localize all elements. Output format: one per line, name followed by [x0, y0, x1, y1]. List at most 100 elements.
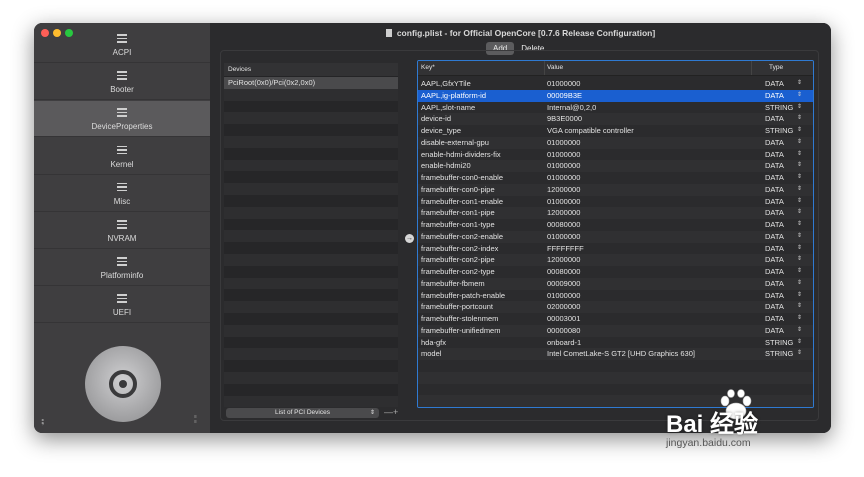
sidebar-item-acpi[interactable]: ACPI	[34, 27, 210, 63]
table-row[interactable]: enable-hdmi-dividers-fix 01000000 DATA ⇕	[418, 149, 813, 161]
device-row[interactable]	[224, 395, 398, 408]
type-stepper-icon[interactable]: ⇕	[797, 348, 802, 360]
sidebar-item-label: Misc	[113, 196, 131, 206]
device-row[interactable]	[224, 277, 398, 290]
table-row[interactable]: framebuffer-con2-type 00080000 DATA ⇕	[418, 266, 813, 278]
type-stepper-icon[interactable]: ⇕	[797, 172, 802, 184]
type-stepper-icon[interactable]: ⇕	[797, 243, 802, 255]
sidebar-item-nvram[interactable]: NVRAM	[34, 213, 210, 249]
pci-devices-select[interactable]: List of PCI Devices ⇕	[226, 408, 379, 418]
device-row[interactable]	[224, 253, 398, 266]
row-key: framebuffer-con2-type	[421, 267, 495, 276]
row-value: Intel CometLake-S GT2 [UHD Graphics 630]	[547, 349, 695, 359]
table-row[interactable]: framebuffer-portcount 02000000 DATA ⇕	[418, 301, 813, 313]
table-row[interactable]: AAPL,ig-platform-id 00009B3E DATA ⇕	[418, 89, 813, 102]
arrow-right-icon[interactable]: →	[405, 234, 414, 243]
table-row[interactable]: model Intel CometLake-S GT2 [UHD Graphics…	[418, 348, 813, 360]
device-row[interactable]	[224, 242, 398, 254]
device-row[interactable]	[224, 100, 398, 113]
type-stepper-icon[interactable]: ⇕	[797, 160, 802, 172]
row-type: DATA	[765, 137, 784, 147]
sidebar-item-misc[interactable]: Misc	[34, 176, 210, 212]
type-stepper-icon[interactable]: ⇕	[797, 113, 802, 125]
row-key: framebuffer-con1-type	[421, 220, 495, 229]
device-row[interactable]	[224, 206, 398, 219]
table-row[interactable]: framebuffer-con2-enable 01000000 DATA ⇕	[418, 230, 813, 243]
table-row[interactable]: framebuffer-fbmem 00009000 DATA ⇕	[418, 277, 813, 290]
device-row[interactable]: PciRoot(0x0)/Pci(0x2,0x0)	[224, 77, 398, 89]
pci-devices-select-label: List of PCI Devices	[275, 409, 330, 416]
device-row[interactable]	[224, 301, 398, 313]
type-stepper-icon[interactable]: ⇕	[797, 313, 802, 325]
device-row[interactable]	[224, 159, 398, 172]
type-stepper-icon[interactable]: ⇕	[797, 184, 802, 196]
device-row[interactable]	[224, 312, 398, 325]
device-row[interactable]	[224, 183, 398, 195]
row-key: framebuffer-con2-pipe	[421, 255, 495, 265]
device-row[interactable]	[224, 360, 398, 372]
type-stepper-icon[interactable]: ⇕	[797, 102, 802, 114]
table-row[interactable]: device-id 9B3E0000 DATA ⇕	[418, 113, 813, 125]
table-row[interactable]: framebuffer-con0-enable 01000000 DATA ⇕	[418, 172, 813, 184]
device-row[interactable]	[224, 336, 398, 349]
table-row[interactable]: device_type VGA compatible controller STRI…	[418, 125, 813, 137]
column-header-type[interactable]: Type	[769, 61, 783, 75]
device-row[interactable]	[224, 218, 398, 231]
table-row[interactable]: framebuffer-stolenmem 00003001 DATA ⇕	[418, 313, 813, 325]
sidebar-item-kernel[interactable]: Kernel	[34, 139, 210, 175]
type-stepper-icon[interactable]: ⇕	[797, 231, 802, 243]
share-icon[interactable]: ⨟	[41, 415, 44, 428]
type-stepper-icon[interactable]: ⇕	[797, 290, 802, 302]
type-stepper-icon[interactable]: ⇕	[797, 301, 802, 313]
type-stepper-icon[interactable]: ⇕	[797, 78, 802, 90]
table-row[interactable]: framebuffer-con1-pipe 12000000 DATA ⇕	[418, 207, 813, 219]
device-row[interactable]	[224, 371, 398, 384]
type-stepper-icon[interactable]: ⇕	[797, 254, 802, 266]
sidebar-item-label: NVRAM	[107, 234, 137, 243]
sidebar-item-platforminfo[interactable]: Platforminfo	[34, 250, 210, 287]
type-stepper-icon[interactable]: ⇕	[797, 278, 802, 290]
type-stepper-icon[interactable]: ⇕	[797, 90, 802, 102]
device-row[interactable]	[224, 171, 398, 184]
type-stepper-icon[interactable]: ⇕	[797, 337, 802, 349]
device-row[interactable]	[224, 135, 398, 148]
device-row[interactable]	[224, 194, 398, 207]
type-stepper-icon[interactable]: ⇕	[797, 137, 802, 149]
type-stepper-icon[interactable]: ⇕	[797, 196, 802, 208]
sidebar-item-booter[interactable]: Booter	[34, 64, 210, 101]
device-row[interactable]	[224, 124, 398, 136]
table-row[interactable]: hda-gfx onboard-1 STRING ⇕	[418, 337, 813, 349]
add-remove-device-buttons[interactable]: —+	[384, 407, 398, 417]
device-row[interactable]	[224, 289, 398, 302]
column-header-key[interactable]: Key*	[421, 61, 435, 75]
device-row[interactable]	[224, 88, 398, 101]
type-stepper-icon[interactable]: ⇕	[797, 125, 802, 137]
device-row[interactable]	[224, 265, 398, 278]
table-row[interactable]: AAPL,slot-name Internal@0,2,0 STRING ⇕	[418, 102, 813, 114]
device-row[interactable]	[224, 383, 398, 396]
table-row[interactable]: framebuffer-con2-pipe 12000000 DATA ⇕	[418, 254, 813, 266]
device-row[interactable]	[224, 324, 398, 337]
device-row[interactable]	[224, 147, 398, 160]
type-stepper-icon[interactable]: ⇕	[797, 207, 802, 219]
table-row[interactable]: framebuffer-unifiedmem 00000080 DATA ⇕	[418, 324, 813, 337]
column-header-value[interactable]: Value	[547, 61, 563, 75]
type-stepper-icon[interactable]: ⇕	[797, 266, 802, 278]
table-row[interactable]: disable-external-gpu 01000000 DATA ⇕	[418, 136, 813, 149]
row-type: DATA	[765, 149, 784, 159]
sidebar-item-uefi[interactable]: UEFI	[34, 287, 210, 324]
type-stepper-icon[interactable]: ⇕	[797, 219, 802, 231]
table-row[interactable]: framebuffer-con2-index FFFFFFFF DATA ⇕	[418, 243, 813, 255]
type-stepper-icon[interactable]: ⇕	[797, 149, 802, 161]
sidebar-item-deviceproperties[interactable]: DeviceProperties	[34, 101, 210, 138]
table-row[interactable]: enable-hdmi20 01000000 DATA ⇕	[418, 160, 813, 172]
type-stepper-icon[interactable]: ⇕	[797, 325, 802, 337]
table-row[interactable]: framebuffer-con1-type 00080000 DATA ⇕	[418, 219, 813, 231]
table-row[interactable]: framebuffer-con1-enable 01000000 DATA ⇕	[418, 196, 813, 208]
device-row[interactable]	[224, 112, 398, 125]
table-row[interactable]: framebuffer-patch-enable 01000000 DATA ⇕	[418, 290, 813, 302]
table-row[interactable]: framebuffer-con0-pipe 12000000 DATA ⇕	[418, 183, 813, 196]
device-row[interactable]	[224, 230, 398, 243]
device-row[interactable]	[224, 348, 398, 361]
table-row[interactable]: AAPL,GfxYTile 01000000 DATA ⇕	[418, 78, 813, 90]
